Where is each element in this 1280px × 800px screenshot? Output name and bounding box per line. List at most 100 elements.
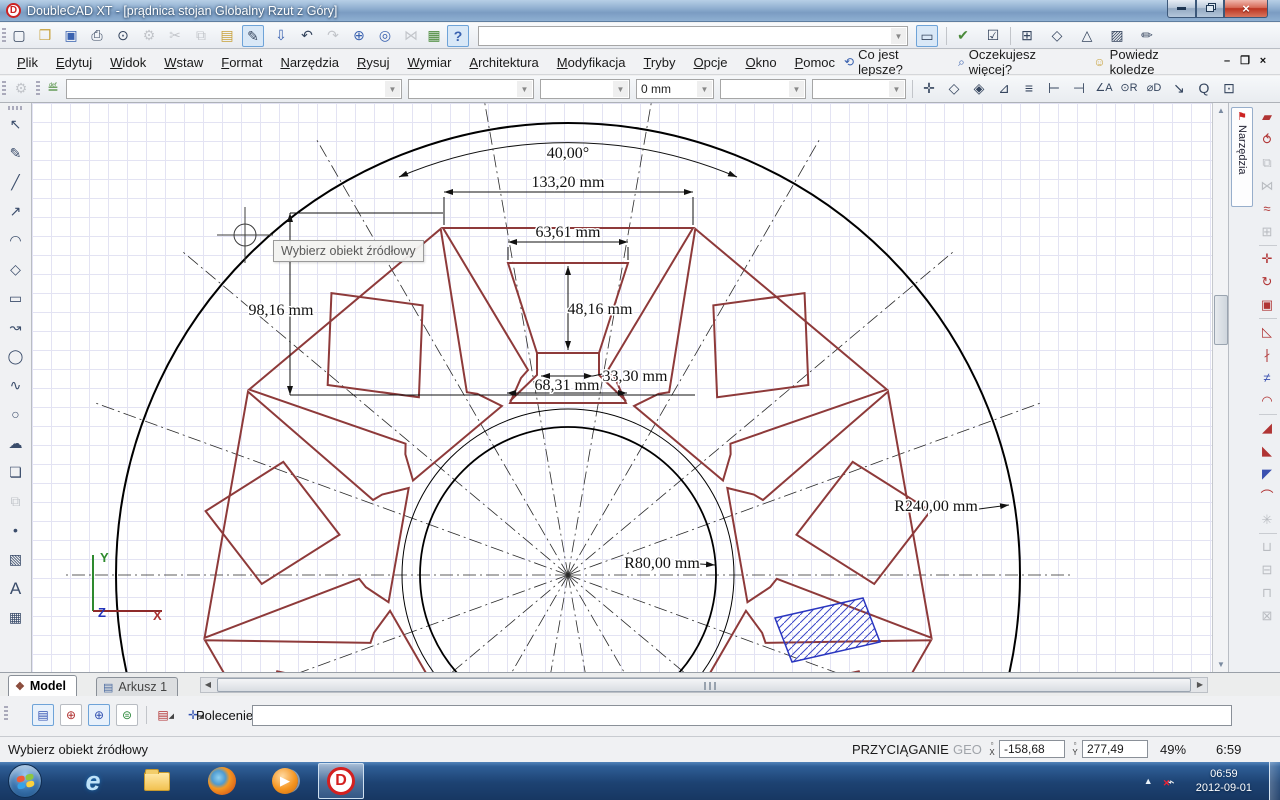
diameter-dimension-button[interactable]: ⌀D (1143, 78, 1165, 100)
whats-better-link[interactable]: ⟲ Co jest lepsze? (844, 47, 944, 77)
close-button[interactable]: × (1224, 0, 1268, 18)
angular-dimension-button[interactable]: ∠A (1093, 78, 1115, 100)
datum-dimension-button[interactable]: ⊣ (1068, 78, 1090, 100)
arc-tool[interactable]: ◠ (3, 228, 29, 254)
mirror-tool[interactable]: ⋈ (1256, 175, 1278, 197)
edit-dimension-button[interactable]: ⊡ (1218, 78, 1240, 100)
calculator-button[interactable]: ▦ (423, 25, 445, 47)
lineweight-combo[interactable]: ▼ (720, 79, 806, 99)
move-tool[interactable]: ✛ (1256, 248, 1278, 270)
explode-tool[interactable]: ✳ (1256, 509, 1278, 531)
menu-wstaw[interactable]: Wstaw (155, 52, 212, 73)
mdi-restore-button[interactable]: ❐ (1236, 54, 1254, 70)
inner-bore-circle[interactable] (420, 427, 716, 672)
cloud-tool[interactable]: ☁ (3, 431, 29, 457)
hatched-section[interactable] (775, 598, 880, 662)
draw-brush-button[interactable]: ✎ (242, 25, 264, 47)
trim-tool[interactable]: ∤ (1256, 344, 1278, 366)
radius-dimension-button[interactable]: ⊙R (1118, 78, 1140, 100)
open-file-button[interactable]: ❒ (34, 25, 56, 47)
toolbar-grip[interactable] (2, 81, 6, 97)
rotated-dimension-button[interactable]: ◈ (968, 78, 990, 100)
line-tool[interactable]: ╱ (3, 170, 29, 196)
snap-marker-toggle[interactable]: ⊕ (60, 704, 82, 726)
chamfer-tool[interactable]: ◢ (1256, 417, 1278, 439)
style-combo[interactable]: ▼ (66, 79, 402, 99)
page-options-button[interactable]: ▤◢ (152, 704, 174, 726)
menu-wymiar[interactable]: Wymiar (398, 52, 460, 73)
taskbar-clock[interactable]: 06:59 2012-09-01 (1196, 767, 1252, 795)
duplicate-tool[interactable]: ⧉ (1256, 152, 1278, 174)
target-marker-toggle[interactable]: ⊕ (88, 704, 110, 726)
expect-more-link[interactable]: ⌕ Oczekujesz więcej? (958, 47, 1079, 77)
undo-button[interactable]: ↶ (296, 25, 318, 47)
outer-circle[interactable] (116, 123, 1020, 672)
polygon-tool[interactable]: ◇ (3, 257, 29, 283)
toolbar-grip[interactable] (36, 81, 40, 97)
linetype-combo[interactable]: ▼ (812, 79, 906, 99)
menu-opcje[interactable]: Opcje (684, 52, 736, 73)
rectangle-tool[interactable]: ▭ (3, 286, 29, 312)
tray-expand-icon[interactable]: ▲ (1144, 776, 1153, 786)
array-tool[interactable]: ⊞ (1256, 221, 1278, 243)
zoom-level[interactable]: 49% (1160, 742, 1186, 757)
screen-mode-button[interactable]: ▭ (916, 25, 938, 47)
scale-tool[interactable]: ▣ (1256, 294, 1278, 316)
taskbar-doublecad-button[interactable]: D (318, 763, 364, 799)
image-tool[interactable]: ▧ (3, 547, 29, 573)
geo-toggle[interactable]: GEO (953, 742, 982, 757)
quick-dimension-button[interactable]: Q (1193, 78, 1215, 100)
scroll-down-button[interactable]: ▼ (1214, 657, 1228, 672)
menu-widok[interactable]: Widok (101, 52, 155, 73)
multi-trim-tool[interactable]: ≠ (1256, 367, 1278, 389)
units-combo[interactable]: 0 mm▼ (636, 79, 714, 99)
save-button[interactable]: ▣ (60, 25, 82, 47)
paste-button[interactable]: ▤ (216, 25, 238, 47)
mdi-minimize-button[interactable]: – (1218, 54, 1236, 70)
menu-pomoc[interactable]: Pomoc (786, 52, 844, 73)
trace-tool[interactable]: ≈ (1256, 198, 1278, 220)
link-button[interactable]: ⋈ (400, 25, 422, 47)
sketch-tool[interactable]: ✎ (3, 141, 29, 167)
tell-friend-link[interactable]: ☺ Powiedz koledze (1093, 47, 1204, 77)
print-preview-button[interactable]: ⊙ (112, 25, 134, 47)
tab-arkusz-1[interactable]: ▤ Arkusz 1 (96, 677, 178, 696)
equal-spacing-toggle[interactable]: ⊜ (116, 704, 138, 726)
point-tool[interactable]: • (3, 518, 29, 544)
group-tool[interactable]: ⧉ (3, 489, 29, 515)
tab-model[interactable]: ❖ Model (8, 675, 77, 696)
chamfer-angle-tool[interactable]: ◤ (1256, 463, 1278, 485)
continue-dimension-button[interactable]: ⊢ (1043, 78, 1065, 100)
zoom-extents-button[interactable]: ◎ (374, 25, 396, 47)
command-input[interactable] (252, 705, 1232, 726)
app-logo-icon[interactable]: D (6, 3, 21, 18)
horizontal-scroll-thumb[interactable] (217, 678, 1191, 692)
rotate-tool[interactable]: ↻ (1256, 271, 1278, 293)
bool-intersect-tool[interactable]: ⊓ (1256, 582, 1278, 604)
arc-edit-tool[interactable]: ◠ (1256, 390, 1278, 412)
settings-button[interactable]: ⚙ (138, 25, 160, 47)
bool-slice-tool[interactable]: ⊠ (1256, 605, 1278, 627)
menu-modyfikacja[interactable]: Modyfikacja (548, 52, 635, 73)
chamfer-distance-tool[interactable]: ◣ (1256, 440, 1278, 462)
show-desktop-button[interactable] (1269, 762, 1280, 800)
property-gear-button[interactable]: ⚙ (10, 78, 32, 100)
smart-dimension-button[interactable]: ✛ (918, 78, 940, 100)
mdi-close-button[interactable]: × (1254, 54, 1272, 70)
start-button[interactable] (8, 764, 42, 798)
restore-button[interactable] (1196, 0, 1224, 18)
bool-union-tool[interactable]: ⊔ (1256, 536, 1278, 558)
show-all-toggle[interactable]: ▤ (32, 704, 54, 726)
snap-mode-toggle[interactable]: PRZYCIĄGANIE (852, 742, 949, 757)
vertical-scrollbar[interactable]: ▲ ▼ (1212, 103, 1228, 672)
redo-button[interactable]: ↷ (322, 25, 344, 47)
parallel-dimension-button[interactable]: ◇ (943, 78, 965, 100)
menu-architektura[interactable]: Architektura (460, 52, 547, 73)
measure-query-button[interactable]: △ (1076, 25, 1098, 47)
curve-tool[interactable]: ↝ (3, 315, 29, 341)
copy-entities-tool[interactable]: ⥀ (1256, 129, 1278, 151)
bool-subtract-tool[interactable]: ⊟ (1256, 559, 1278, 581)
baseline-dimension-button[interactable]: ≡ (1018, 78, 1040, 100)
taskbar-firefox-icon[interactable] (205, 766, 239, 796)
y-coordinate-field[interactable]: 277,49 mm (1082, 740, 1148, 758)
